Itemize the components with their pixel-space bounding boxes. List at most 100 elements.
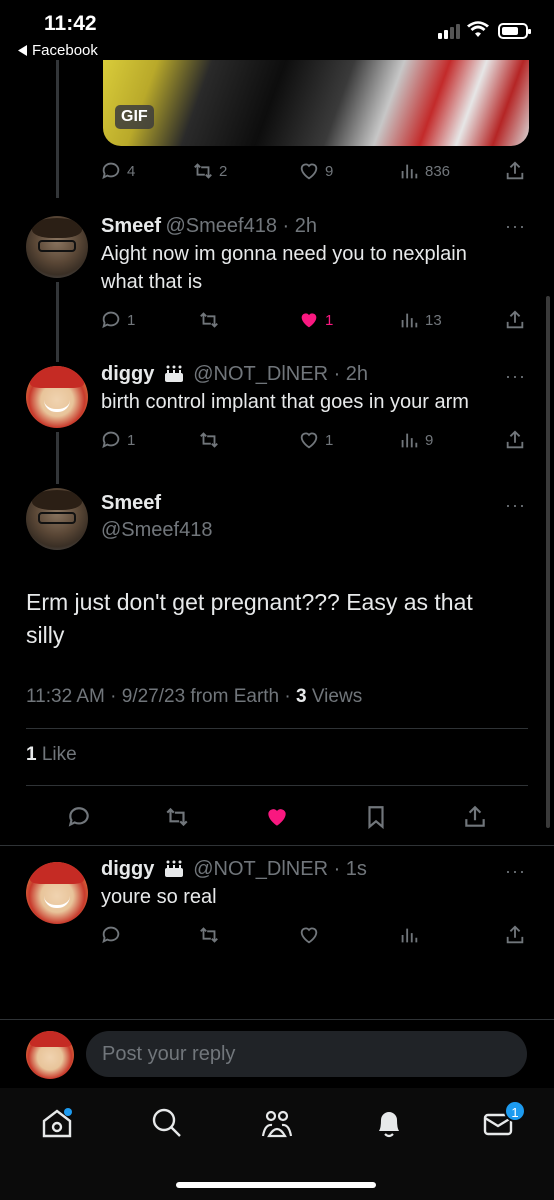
- main-tweet-author: Smeef @Smeef418: [101, 492, 212, 542]
- views-count[interactable]: 3: [296, 686, 307, 707]
- author-handle[interactable]: @Smeef418 · 2h: [165, 215, 317, 237]
- share-icon[interactable]: [462, 804, 488, 830]
- share-button[interactable]: [504, 309, 526, 331]
- more-options-icon[interactable]: ···: [505, 495, 526, 516]
- reply-count: 1: [127, 311, 136, 329]
- main-tweet-actions: [0, 800, 554, 834]
- tab-home[interactable]: [40, 1106, 74, 1140]
- bookmark-icon[interactable]: [363, 804, 389, 830]
- home-indicator[interactable]: [176, 1182, 376, 1188]
- reply-smeef-1: Smeef @Smeef418 · 2h Aight now im gonna …: [101, 215, 511, 296]
- reply-icon: [102, 311, 120, 329]
- timestamp-source: 11:32 AM · 9/27/23 from Earth ·: [26, 686, 296, 707]
- birthday-cake-icon: [164, 365, 183, 382]
- reply-input[interactable]: Post your reply: [86, 1031, 527, 1077]
- share-button[interactable]: [504, 924, 526, 946]
- author-name[interactable]: diggy: [101, 858, 154, 880]
- author-name[interactable]: Smeef: [101, 492, 212, 515]
- tweet-text: Aight now im gonna need you to nexplain …: [101, 243, 467, 293]
- avatar[interactable]: [26, 862, 88, 924]
- retweet-button[interactable]: [198, 429, 220, 451]
- heart-icon: [300, 927, 318, 944]
- share-button[interactable]: [504, 160, 526, 182]
- tweet-text: youre so real: [101, 886, 217, 908]
- likes-label: Like: [36, 744, 77, 765]
- share-icon: [506, 925, 524, 944]
- tweet-text: birth control implant that goes in your …: [101, 391, 469, 413]
- back-to-app-link[interactable]: Facebook: [18, 42, 98, 59]
- tab-notifications[interactable]: [372, 1106, 406, 1140]
- tab-messages[interactable]: 1: [482, 1100, 526, 1140]
- status-time: 11:42: [44, 12, 97, 35]
- heart-icon: [300, 432, 318, 449]
- wifi-icon: [467, 21, 489, 37]
- more-options-icon[interactable]: ···: [505, 216, 526, 237]
- retweet-icon: [200, 312, 218, 328]
- avatar[interactable]: [26, 488, 88, 550]
- more-options-icon[interactable]: ···: [505, 366, 526, 387]
- thread-line: [56, 60, 59, 198]
- author-handle[interactable]: @NOT_DlNER · 2h: [193, 363, 368, 385]
- like-count: 1: [325, 431, 334, 449]
- like-button[interactable]: 9: [298, 160, 333, 182]
- likes-summary[interactable]: 1 Like: [26, 744, 77, 766]
- share-icon: [506, 161, 524, 180]
- avatar[interactable]: [26, 366, 88, 428]
- reply-button[interactable]: [100, 924, 122, 946]
- battery-icon: [498, 23, 531, 39]
- like-button-active[interactable]: 1: [298, 309, 333, 331]
- retweet-icon[interactable]: [163, 804, 191, 830]
- author-name[interactable]: Smeef: [101, 215, 161, 237]
- share-button[interactable]: [504, 429, 526, 451]
- views-button[interactable]: 836: [398, 160, 450, 182]
- avatar[interactable]: [26, 216, 88, 278]
- views-button[interactable]: [398, 924, 420, 946]
- views-button[interactable]: 13: [398, 309, 442, 331]
- retweet-icon: [200, 927, 218, 943]
- tab-communities[interactable]: [260, 1106, 294, 1140]
- bell-icon: [379, 1112, 399, 1138]
- views-icon: [401, 313, 418, 328]
- tab-search[interactable]: [150, 1106, 184, 1140]
- reply-button[interactable]: 1: [100, 309, 135, 331]
- reply2-actions: 1 1 9: [100, 429, 530, 455]
- like-button[interactable]: 1: [298, 429, 333, 451]
- divider: [26, 785, 528, 786]
- reply-icon: [102, 162, 120, 180]
- divider: [0, 1019, 554, 1020]
- reply-icon: [102, 926, 120, 944]
- reply-icon[interactable]: [66, 804, 92, 830]
- thread-line: [56, 282, 59, 362]
- share-icon: [506, 430, 524, 449]
- author-name[interactable]: diggy: [101, 363, 154, 385]
- retweet-button[interactable]: [198, 924, 220, 946]
- like-count: 1: [325, 311, 334, 329]
- reply1-actions: 1 1 13: [100, 309, 530, 335]
- author-handle[interactable]: @Smeef418: [101, 519, 212, 542]
- like-button[interactable]: [298, 924, 320, 946]
- home-icon: [42, 1108, 72, 1138]
- heart-icon: [300, 163, 318, 180]
- gif-media[interactable]: GIF: [103, 60, 529, 146]
- reply-button[interactable]: 1: [100, 429, 135, 451]
- reply-button[interactable]: 4: [100, 160, 135, 182]
- scrollbar[interactable]: [546, 296, 550, 828]
- status-bar: 11:42 Facebook: [0, 0, 554, 64]
- more-options-icon[interactable]: ···: [505, 861, 526, 882]
- views-icon: [401, 928, 418, 943]
- views-icon: [401, 164, 418, 179]
- divider: [26, 728, 528, 729]
- heart-filled-icon: [301, 313, 317, 328]
- reply-diggy-1: diggy @NOT_DlNER · 2h birth control impl…: [101, 363, 521, 416]
- retweet-button[interactable]: 2: [192, 160, 227, 182]
- heart-filled-icon[interactable]: [263, 804, 291, 830]
- reply-diggy-2: diggy @NOT_DlNER · 1s youre so real: [101, 858, 521, 911]
- views-count: 13: [425, 311, 442, 329]
- views-count: 9: [425, 431, 434, 449]
- retweet-button[interactable]: [198, 309, 220, 331]
- author-handle[interactable]: @NOT_DlNER · 1s: [193, 858, 367, 880]
- views-button[interactable]: 9: [398, 429, 433, 451]
- cellular-signal-icon: [438, 24, 460, 39]
- views-count: 836: [425, 162, 451, 180]
- top-tweet-actions: 4 2 9 836: [100, 160, 530, 186]
